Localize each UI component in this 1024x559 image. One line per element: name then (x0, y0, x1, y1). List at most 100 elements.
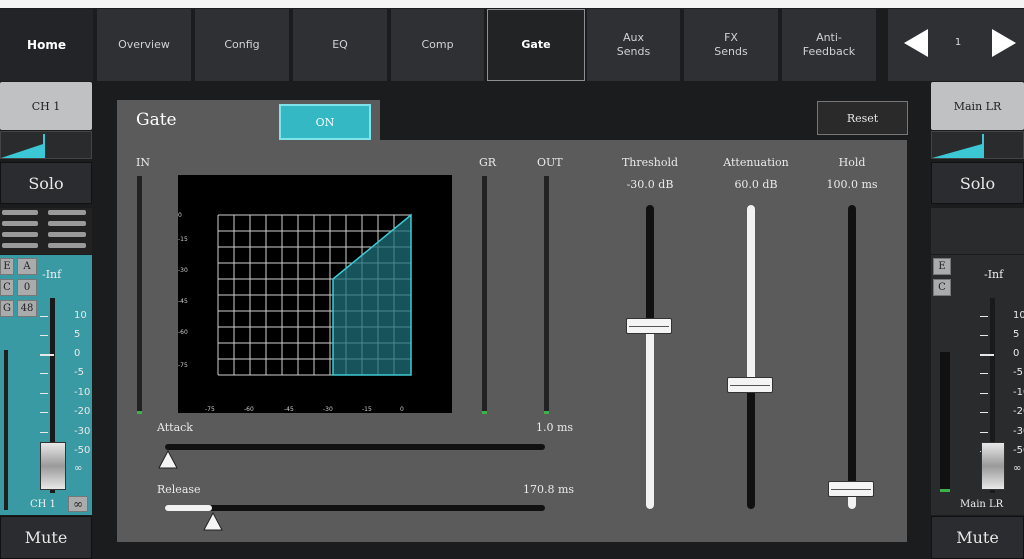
eq-indicator-button[interactable]: E (0, 258, 14, 275)
tab-home[interactable]: Home (0, 9, 95, 81)
tab-aux-sends[interactable]: Aux Sends (587, 9, 682, 81)
graph-y-tick: -75 (178, 362, 188, 369)
main-scale-label: -50 (1013, 445, 1024, 456)
gate-curve-svg: 0 -15 -30 -45 -60 -75 -75 -60 -45 -30 -1… (178, 212, 412, 413)
main-scale-label: 10 (1013, 310, 1024, 321)
gate-transfer-curve (332, 213, 412, 376)
main-level-readout: -Inf (984, 268, 1004, 281)
channel-scale-tick (40, 335, 48, 336)
attack-slider-track[interactable] (165, 444, 545, 450)
page-navigator: 1 (888, 9, 1024, 81)
reset-button[interactable]: Reset (817, 101, 908, 135)
release-slider-fill (165, 505, 212, 511)
gr-meter (482, 176, 487, 414)
phase-indicator-button[interactable]: 0 (17, 279, 37, 296)
channel-scale-label: -5 (74, 367, 84, 378)
attenuation-fader-cap[interactable] (727, 377, 773, 393)
main-scale-label: -30 (1013, 426, 1024, 437)
graph-y-tick: 0 (178, 212, 182, 219)
hold-value: 100.0 ms (826, 178, 878, 191)
release-slider-handle[interactable] (203, 512, 223, 531)
infinity-link-icon[interactable]: ∞ (68, 496, 88, 512)
solo-button[interactable]: Solo (0, 162, 92, 204)
threshold-value: -30.0 dB (626, 178, 674, 191)
channel-scale-label: 5 (74, 329, 81, 340)
channel-scale-tick (40, 393, 48, 394)
main-comp-indicator-button[interactable]: C (933, 279, 951, 296)
main-scale-tick (980, 316, 988, 317)
main-footer-label: Main LR (960, 499, 1004, 510)
attack-value: 1.0 ms (536, 421, 574, 434)
aux-indicator-button[interactable]: A (17, 258, 37, 275)
tab-gate[interactable]: Gate (487, 9, 585, 81)
main-blank-area (931, 208, 1024, 254)
channel-level-meter (0, 131, 92, 159)
main-name-label: Main LR (953, 99, 1002, 113)
tab-fx-sends[interactable]: FX Sends (684, 9, 780, 81)
mute-button[interactable]: Mute (0, 516, 92, 559)
main-mute-button[interactable]: Mute (931, 516, 1024, 559)
graph-x-tick: -60 (244, 406, 254, 413)
channel-scale-tick (40, 432, 48, 433)
tab-comp[interactable]: Comp (391, 9, 486, 81)
tab-anti-feedback[interactable]: Anti- Feedback (782, 9, 878, 81)
main-scale-label: 5 (1013, 329, 1020, 340)
graph-x-tick: 0 (400, 406, 404, 413)
tab-eq[interactable]: EQ (293, 9, 389, 81)
main-level-meter (931, 131, 1024, 159)
channel-scale-tick (40, 373, 48, 374)
main-level-wedge-icon (932, 144, 982, 158)
prev-page-icon[interactable] (904, 29, 928, 57)
threshold-fader-cap[interactable] (626, 318, 672, 334)
main-fader-cap[interactable] (981, 442, 1005, 490)
main-name-button[interactable]: Main LR (931, 82, 1024, 130)
level-marker (43, 134, 45, 158)
in-meter (137, 176, 142, 414)
hold-fader-cap[interactable] (828, 481, 874, 497)
main-level-marker (982, 134, 984, 158)
attenuation-label: Attenuation (723, 156, 789, 169)
channel-scale-label: 0 (74, 348, 81, 359)
channel-footer-label: CH 1 (30, 499, 56, 510)
attenuation-value: 60.0 dB (734, 178, 778, 191)
main-eq-indicator-button[interactable]: E (933, 258, 951, 275)
gate-on-button[interactable]: ON (279, 104, 371, 140)
hold-label: Hold (838, 156, 866, 169)
main-scale-label: 0 (1013, 348, 1020, 359)
threshold-label: Threshold (621, 156, 679, 169)
gate-indicator-button[interactable]: G (0, 300, 14, 317)
release-slider-track[interactable] (165, 505, 545, 511)
in-meter-label: IN (136, 156, 150, 169)
comp-indicator-button[interactable]: C (0, 279, 14, 296)
main-solo-button[interactable]: Solo (931, 162, 1024, 204)
graph-y-tick: -15 (178, 236, 188, 243)
graph-x-tick: -75 (205, 406, 215, 413)
channel-level-readout: -Inf (42, 268, 62, 281)
main-scale-label: -5 (1013, 367, 1023, 378)
channel-name-label: CH 1 (31, 99, 61, 113)
channel-fader-cap[interactable] (40, 442, 66, 490)
channel-name-button[interactable]: CH 1 (0, 82, 92, 130)
attack-slider-handle[interactable] (158, 450, 178, 469)
tab-overview[interactable]: Overview (97, 9, 193, 81)
phantom-48v-button[interactable]: 48 (17, 300, 37, 317)
next-page-icon[interactable] (992, 29, 1016, 57)
tab-config[interactable]: Config (195, 9, 291, 81)
attenuation-fader-fill (747, 205, 755, 385)
window-title-strip (0, 0, 1024, 8)
release-value: 170.8 ms (523, 483, 575, 496)
channel-scale-label: -50 (74, 445, 91, 456)
gr-meter-label: GR (479, 156, 497, 169)
pan-grip[interactable] (0, 208, 92, 254)
hold-fader-track[interactable] (848, 205, 856, 509)
threshold-fader-fill (646, 326, 654, 509)
main-scale-tick (980, 373, 988, 374)
main-scale-tick (980, 335, 988, 336)
channel-scale-tick (40, 354, 54, 356)
level-wedge-icon (1, 144, 43, 158)
graph-y-tick: -60 (178, 329, 188, 336)
graph-y-tick: -45 (178, 298, 188, 305)
main-scale-tick (980, 354, 994, 356)
channel-scale-tick (40, 316, 48, 317)
main-scale-label: -20 (1013, 406, 1024, 417)
